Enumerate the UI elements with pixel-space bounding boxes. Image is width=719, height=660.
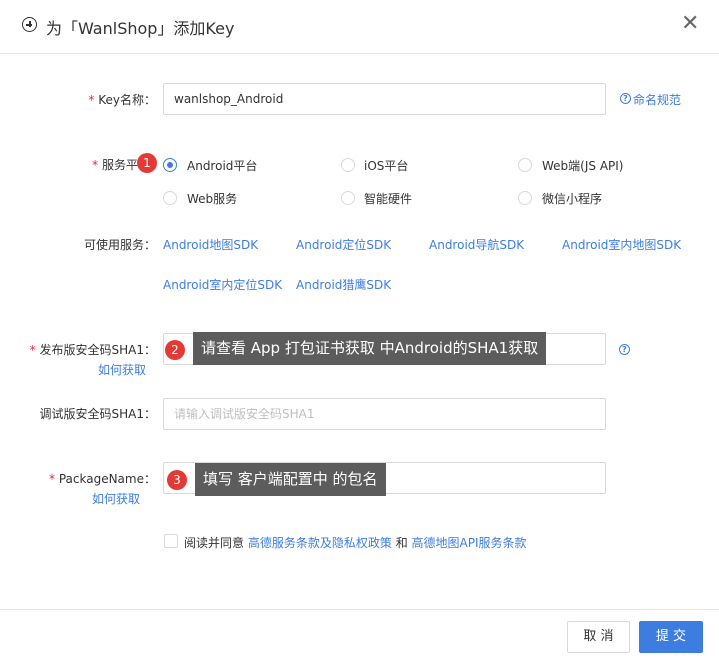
radio-label-web-service: Web服务 bbox=[187, 192, 238, 206]
debug-sha1-label: 调试版安全码SHA1： bbox=[39, 407, 157, 421]
naming-rules-link[interactable]: 命名规范 bbox=[633, 91, 681, 108]
key-name-input[interactable]: wanlshop_Android bbox=[163, 83, 606, 115]
help-icon: ? bbox=[620, 93, 631, 104]
footer-divider bbox=[0, 609, 719, 610]
service-platform-label: * 服务平 bbox=[92, 158, 138, 172]
radio-smart-hardware[interactable] bbox=[341, 191, 355, 205]
how-to-get-link[interactable]: 如何获取 bbox=[98, 361, 146, 378]
add-circle-icon bbox=[22, 17, 37, 32]
radio-web-service[interactable] bbox=[163, 191, 177, 205]
help-icon[interactable]: ? bbox=[619, 344, 630, 355]
radio-web-js[interactable] bbox=[518, 158, 532, 172]
annotation-badge-2: 2 bbox=[165, 340, 185, 360]
radio-label-web-js: Web端(JS API) bbox=[542, 159, 624, 173]
submit-button[interactable]: 提 交 bbox=[639, 621, 703, 653]
api-terms-link[interactable]: 高德地图API服务条款 bbox=[412, 536, 527, 550]
how-to-get-link[interactable]: 如何获取 bbox=[92, 490, 140, 507]
radio-wechat-mini[interactable] bbox=[518, 191, 532, 205]
radio-label-wechat-mini: 微信小程序 bbox=[542, 192, 603, 206]
radio-label-ios: iOS平台 bbox=[364, 159, 409, 173]
debug-sha1-input[interactable]: 请输入调试版安全码SHA1 bbox=[163, 398, 606, 430]
service-link[interactable]: Android导航SDK bbox=[429, 236, 524, 253]
radio-android[interactable] bbox=[163, 158, 177, 172]
annotation-badge-1: 1 bbox=[137, 153, 157, 173]
service-link[interactable]: Android猎鹰SDK bbox=[296, 276, 391, 293]
annotation-tooltip-2: 请查看 App 打包证书获取 中Android的SHA1获取 bbox=[193, 332, 547, 365]
service-link[interactable]: Android地图SDK bbox=[163, 236, 258, 253]
dialog-title: 为「WanlShop」添加Key bbox=[46, 19, 235, 38]
service-link[interactable]: Android室内地图SDK bbox=[562, 236, 681, 253]
cancel-button[interactable]: 取 消 bbox=[567, 621, 630, 653]
agreement-text: 阅读并同意 高德服务条款及隐私权政策 和 高德地图API服务条款 bbox=[184, 536, 527, 550]
terms-privacy-link[interactable]: 高德服务条款及隐私权政策 bbox=[248, 536, 392, 550]
agreement-checkbox[interactable] bbox=[164, 534, 178, 548]
service-link[interactable]: Android室内定位SDK bbox=[163, 276, 282, 293]
release-sha1-label: * 发布版安全码SHA1： bbox=[29, 343, 156, 357]
package-name-label: * PackageName： bbox=[49, 472, 156, 486]
annotation-badge-3: 3 bbox=[167, 470, 187, 490]
radio-ios[interactable] bbox=[341, 158, 355, 172]
available-services-label: 可使用服务： bbox=[83, 238, 156, 252]
radio-label-android: Android平台 bbox=[187, 159, 258, 173]
service-link[interactable]: Android定位SDK bbox=[296, 236, 391, 253]
key-name-label: * Key名称： bbox=[88, 93, 156, 107]
radio-label-smart-hardware: 智能硬件 bbox=[364, 192, 413, 206]
close-icon[interactable]: ✕ bbox=[681, 13, 699, 35]
annotation-tooltip-3: 填写 客户端配置中 的包名 bbox=[195, 463, 386, 496]
